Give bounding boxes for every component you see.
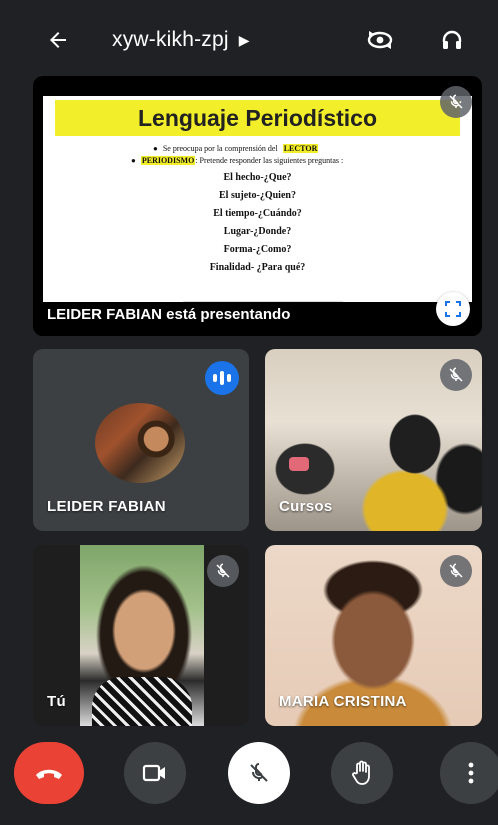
- presentation-mute-badge: [440, 86, 472, 118]
- raise-hand-button[interactable]: [331, 742, 393, 804]
- speaking-indicator: [205, 361, 239, 395]
- audio-bar: [213, 374, 217, 382]
- mic-off-icon: [449, 94, 463, 109]
- fullscreen-button[interactable]: [436, 292, 470, 326]
- mic-off-icon: [250, 763, 268, 782]
- meeting-code-button[interactable]: xyw-kikh-zpj ▶: [112, 28, 250, 52]
- self-video-feed: [80, 545, 204, 726]
- audio-bar: [227, 374, 231, 382]
- bullet-1-text: Se preocupa por la comprensión del: [162, 144, 278, 153]
- video-feed-detail: [289, 457, 309, 471]
- bullet-dot: ●: [153, 144, 158, 153]
- participant-tile-maria[interactable]: MARIA CRISTINA: [265, 545, 482, 726]
- end-call-icon: [36, 769, 62, 779]
- slide-question: Finalidad- ¿Para qué?: [209, 262, 306, 273]
- mic-off-icon: [216, 563, 230, 578]
- slide-title: Lenguaje Periodístico: [138, 104, 377, 131]
- bullet-2-text: : Pretende responder las siguientes preg…: [195, 156, 344, 165]
- bullet-dot: ●: [131, 156, 136, 165]
- video-feed-detail: [92, 677, 192, 726]
- bullet-2-highlight: PERIODISMO: [140, 156, 196, 165]
- slide-bullet-1: ● Se preocupa por la comprensión del LEC…: [153, 144, 319, 153]
- mic-toggle-button[interactable]: [228, 742, 290, 804]
- slide-question: Lugar-¿Donde?: [223, 226, 292, 237]
- back-button[interactable]: [40, 22, 76, 58]
- slide-question: El sujeto-¿Quien?: [219, 190, 296, 201]
- slide-question: Forma-¿Como?: [223, 244, 292, 255]
- avatar: [95, 403, 185, 483]
- slide-question: El tiempo-¿Cuándo?: [213, 208, 302, 219]
- headphones-icon: [442, 30, 462, 49]
- caret-right-icon: ▶: [238, 31, 250, 48]
- presenting-label: LEIDER FABIAN está presentando: [47, 306, 291, 323]
- participant-tile-cursos[interactable]: Cursos: [265, 349, 482, 531]
- presentation-slide: Lenguaje Periodístico ● Se preocupa por …: [43, 96, 472, 311]
- participant-name: LEIDER FABIAN: [47, 498, 166, 515]
- arrow-left-icon: [50, 32, 66, 48]
- camera-toggle-button[interactable]: [124, 742, 186, 804]
- switch-camera-button[interactable]: [362, 22, 398, 58]
- end-call-button[interactable]: [14, 742, 84, 804]
- participant-tile-self[interactable]: Tú: [33, 545, 249, 726]
- audio-bar: [220, 371, 224, 385]
- mute-badge: [207, 555, 239, 587]
- presenting-label-bar: LEIDER FABIAN está presentando: [33, 302, 482, 336]
- raise-hand-icon: [352, 760, 370, 785]
- audio-output-button[interactable]: [434, 22, 470, 58]
- mic-off-icon: [449, 367, 463, 382]
- mute-badge: [440, 555, 472, 587]
- participant-tile-leider[interactable]: LEIDER FABIAN: [33, 349, 249, 531]
- participant-name: MARIA CRISTINA: [279, 693, 407, 710]
- more-vert-icon: [468, 762, 474, 784]
- top-bar: xyw-kikh-zpj ▶: [0, 0, 498, 72]
- slide-title-bar: Lenguaje Periodístico: [55, 100, 460, 136]
- switch-camera-icon: [367, 31, 393, 49]
- camera-icon: [142, 764, 165, 782]
- mic-off-icon: [449, 563, 463, 578]
- more-options-button[interactable]: [440, 742, 498, 804]
- call-controls: [0, 742, 498, 825]
- presentation-tile[interactable]: Lenguaje Periodístico ● Se preocupa por …: [33, 76, 482, 336]
- fullscreen-icon: [445, 301, 461, 317]
- bullet-1-highlight: LECTOR: [282, 144, 319, 153]
- slide-question: El hecho-¿Que?: [223, 172, 292, 183]
- slide-bullet-2: ● PERIODISMO : Pretende responder las si…: [131, 156, 343, 165]
- participant-name: Cursos: [279, 498, 333, 515]
- participant-name: Tú: [47, 693, 66, 710]
- mute-badge: [440, 359, 472, 391]
- meeting-code: xyw-kikh-zpj: [112, 28, 229, 51]
